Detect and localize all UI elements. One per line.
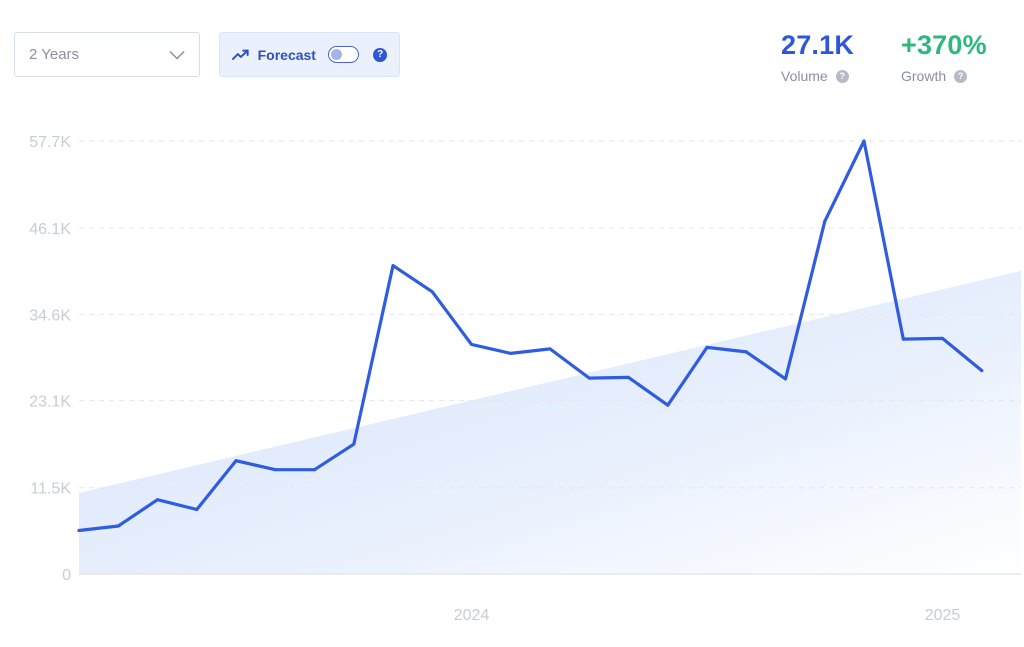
data-point [744, 350, 748, 354]
data-point [862, 139, 866, 143]
data-point [627, 375, 630, 379]
y-tick-label: 46.1K [29, 221, 71, 238]
y-tick-label: 23.1K [29, 394, 71, 411]
data-point [587, 376, 591, 380]
data-point [313, 468, 316, 472]
data-point [941, 336, 944, 340]
data-point [234, 459, 238, 463]
y-tick-label: 11.5K [30, 481, 71, 498]
trend-area [79, 270, 1021, 574]
y-tick-label: 57.7K [29, 134, 71, 151]
data-point [391, 264, 395, 268]
data-point [784, 377, 787, 381]
data-point [430, 290, 434, 294]
y-tick-label: 34.6K [29, 307, 71, 324]
data-point [548, 347, 552, 351]
data-point [823, 219, 827, 223]
data-point [273, 468, 277, 472]
x-tick-label: 2024 [454, 607, 490, 624]
data-point [980, 369, 984, 373]
data-point [666, 403, 670, 407]
data-point [156, 498, 159, 502]
data-point [470, 342, 473, 346]
search-volume-chart: 0 11.5K 23.1K 34.6K 46.1K 57.7K 2024 2025 [29, 134, 1021, 624]
data-point [352, 442, 356, 446]
data-point [901, 337, 905, 341]
data-point [705, 345, 709, 349]
data-point [509, 351, 513, 355]
x-tick-label: 2025 [925, 607, 961, 624]
y-tick-label: 0 [62, 567, 71, 584]
data-point [77, 528, 81, 532]
data-point [116, 524, 120, 528]
data-point [195, 507, 199, 511]
